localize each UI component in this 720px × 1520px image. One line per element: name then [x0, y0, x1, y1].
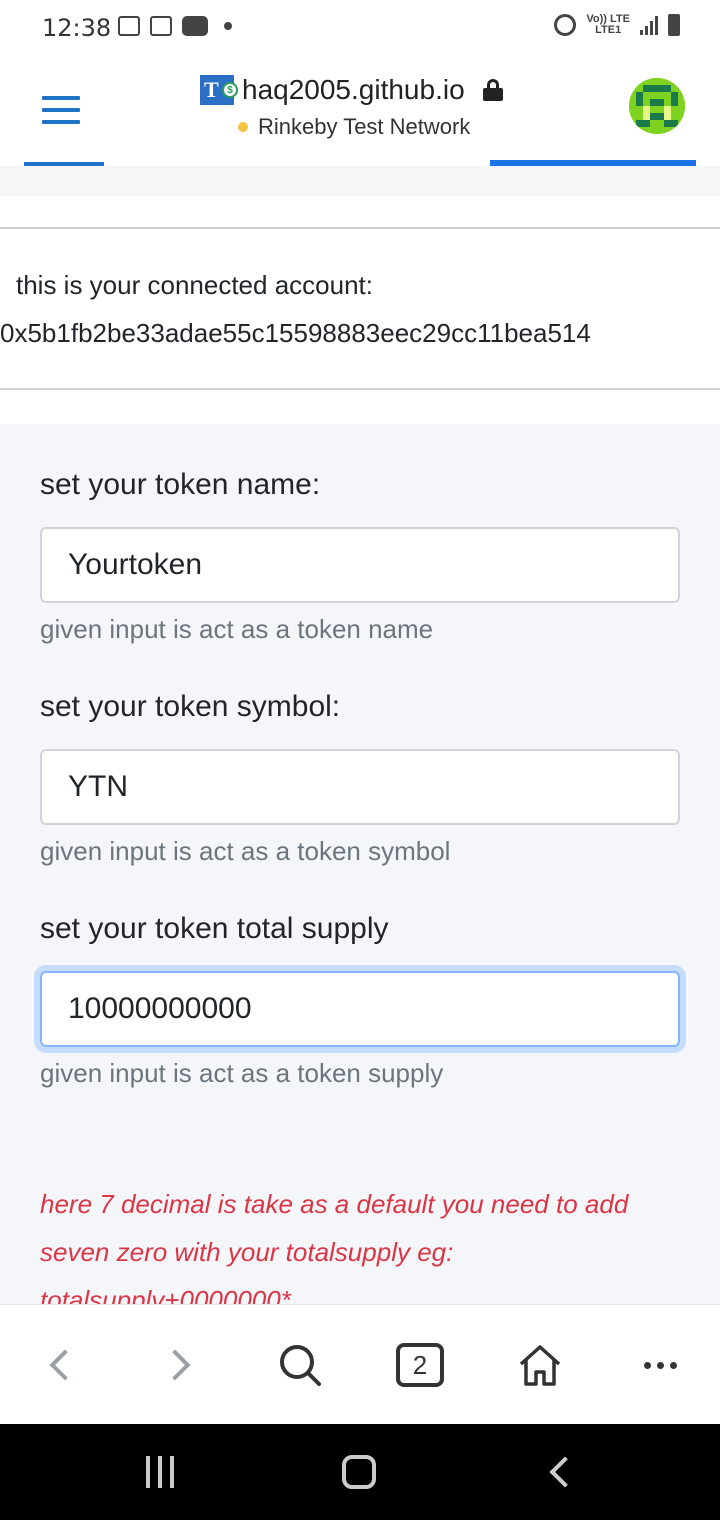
decimal-warning: here 7 decimal is take as a default you …: [40, 1189, 629, 1304]
token-supply-label: set your token total supply: [40, 912, 389, 945]
network-status-dot-icon: [238, 122, 248, 132]
back-chevron-icon: [549, 1456, 581, 1488]
home-system-button[interactable]: [338, 1452, 380, 1492]
notification-dot-icon: [224, 22, 232, 30]
token-symbol-input[interactable]: [40, 749, 680, 825]
status-bar: 12:38 Vo)) LTE LTE1: [0, 0, 720, 56]
home-square-icon: [342, 1455, 376, 1489]
cast-icon: [150, 16, 172, 36]
connected-account-label: this is your connected account:: [16, 270, 373, 300]
alarm-icon: [554, 14, 577, 36]
youtube-icon: [182, 16, 208, 36]
token-name-label: set your token name:: [40, 468, 321, 501]
home-icon: [519, 1345, 561, 1386]
token-name-input[interactable]: [40, 527, 680, 603]
tabs-count: 2: [396, 1343, 444, 1387]
system-back-button[interactable]: [545, 1452, 585, 1492]
forward-button[interactable]: [150, 1335, 210, 1395]
token-supply-help: given input is act as a token supply: [40, 1058, 444, 1088]
tabs-button[interactable]: 2: [390, 1335, 450, 1395]
lock-icon: [482, 79, 503, 101]
recents-button[interactable]: [140, 1452, 180, 1492]
account-avatar[interactable]: [629, 78, 685, 134]
token-symbol-help: given input is act as a token symbol: [40, 836, 451, 866]
token-name-help: given input is act as a token name: [40, 614, 434, 644]
token-symbol-label: set your token symbol:: [40, 690, 341, 723]
hamburger-menu-icon[interactable]: [42, 96, 80, 124]
signal-icon: [640, 15, 658, 35]
section-divider: [0, 166, 720, 196]
connected-account-address: 0x5b1fb2be33adae55c15598883eec29cc11bea5…: [0, 318, 591, 348]
lte-indicator: Vo)) LTE LTE1: [586, 13, 630, 36]
system-navigation-bar: [0, 1424, 720, 1520]
chevron-left-icon: [49, 1349, 81, 1381]
site-url: haq2005.github.io: [242, 74, 465, 105]
site-identity[interactable]: T $ haq2005.github.io: [200, 74, 503, 106]
token-supply-input[interactable]: [40, 971, 680, 1047]
identicon-icon: [629, 78, 685, 134]
divider: [0, 227, 720, 229]
divider: [0, 388, 720, 390]
network-indicator[interactable]: Rinkeby Test Network: [238, 114, 470, 140]
chevron-right-icon: [159, 1349, 191, 1381]
battery-icon: [668, 14, 680, 36]
gallery-icon: [118, 16, 140, 36]
search-button[interactable]: [270, 1335, 330, 1395]
back-button[interactable]: [30, 1335, 90, 1395]
status-time: 12:38: [42, 14, 112, 42]
more-dots-icon: [643, 1361, 677, 1369]
site-header: T $ haq2005.github.io Rinkeby Test Netwo…: [0, 56, 720, 166]
search-icon: [280, 1345, 321, 1386]
browser-toolbar: 2: [0, 1304, 720, 1424]
home-button[interactable]: [510, 1335, 570, 1395]
network-name: Rinkeby Test Network: [258, 114, 471, 139]
site-favicon-icon: T $: [200, 75, 238, 105]
more-options-button[interactable]: [630, 1335, 690, 1395]
